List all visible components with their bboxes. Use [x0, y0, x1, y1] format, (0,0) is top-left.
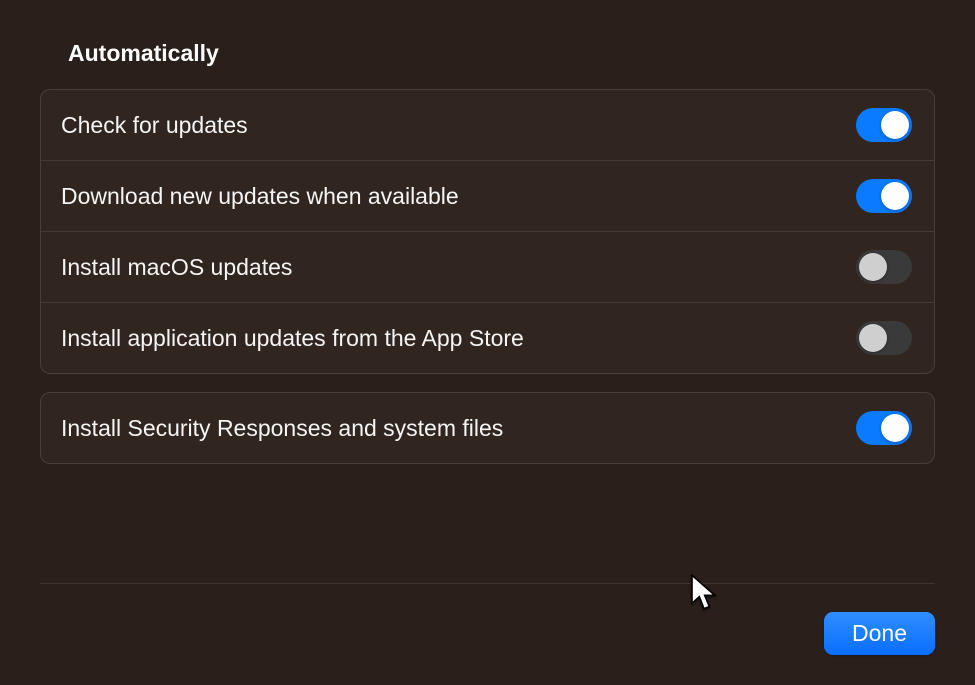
setting-label: Install macOS updates: [61, 254, 292, 281]
setting-label: Check for updates: [61, 112, 248, 139]
setting-row-check-updates: Check for updates: [41, 90, 934, 161]
toggle-knob-icon: [859, 253, 887, 281]
setting-row-install-macos: Install macOS updates: [41, 232, 934, 303]
toggle-download-updates[interactable]: [856, 179, 912, 213]
software-update-settings-dialog: Automatically Check for updates Download…: [0, 0, 975, 685]
setting-label: Install Security Responses and system fi…: [61, 415, 503, 442]
toggle-install-app-store[interactable]: [856, 321, 912, 355]
toggle-knob-icon: [881, 182, 909, 210]
settings-group-primary: Check for updates Download new updates w…: [40, 89, 935, 374]
done-button[interactable]: Done: [824, 612, 935, 655]
setting-label: Download new updates when available: [61, 183, 459, 210]
setting-row-download-updates: Download new updates when available: [41, 161, 934, 232]
toggle-security-responses[interactable]: [856, 411, 912, 445]
toggle-knob-icon: [881, 414, 909, 442]
toggle-knob-icon: [881, 111, 909, 139]
setting-label: Install application updates from the App…: [61, 325, 524, 352]
toggle-check-updates[interactable]: [856, 108, 912, 142]
settings-group-secondary: Install Security Responses and system fi…: [40, 392, 935, 464]
setting-row-security-responses: Install Security Responses and system fi…: [41, 393, 934, 463]
dialog-footer: Done: [40, 583, 935, 655]
toggle-install-macos[interactable]: [856, 250, 912, 284]
section-title: Automatically: [68, 40, 935, 67]
toggle-knob-icon: [859, 324, 887, 352]
setting-row-install-app-store: Install application updates from the App…: [41, 303, 934, 373]
